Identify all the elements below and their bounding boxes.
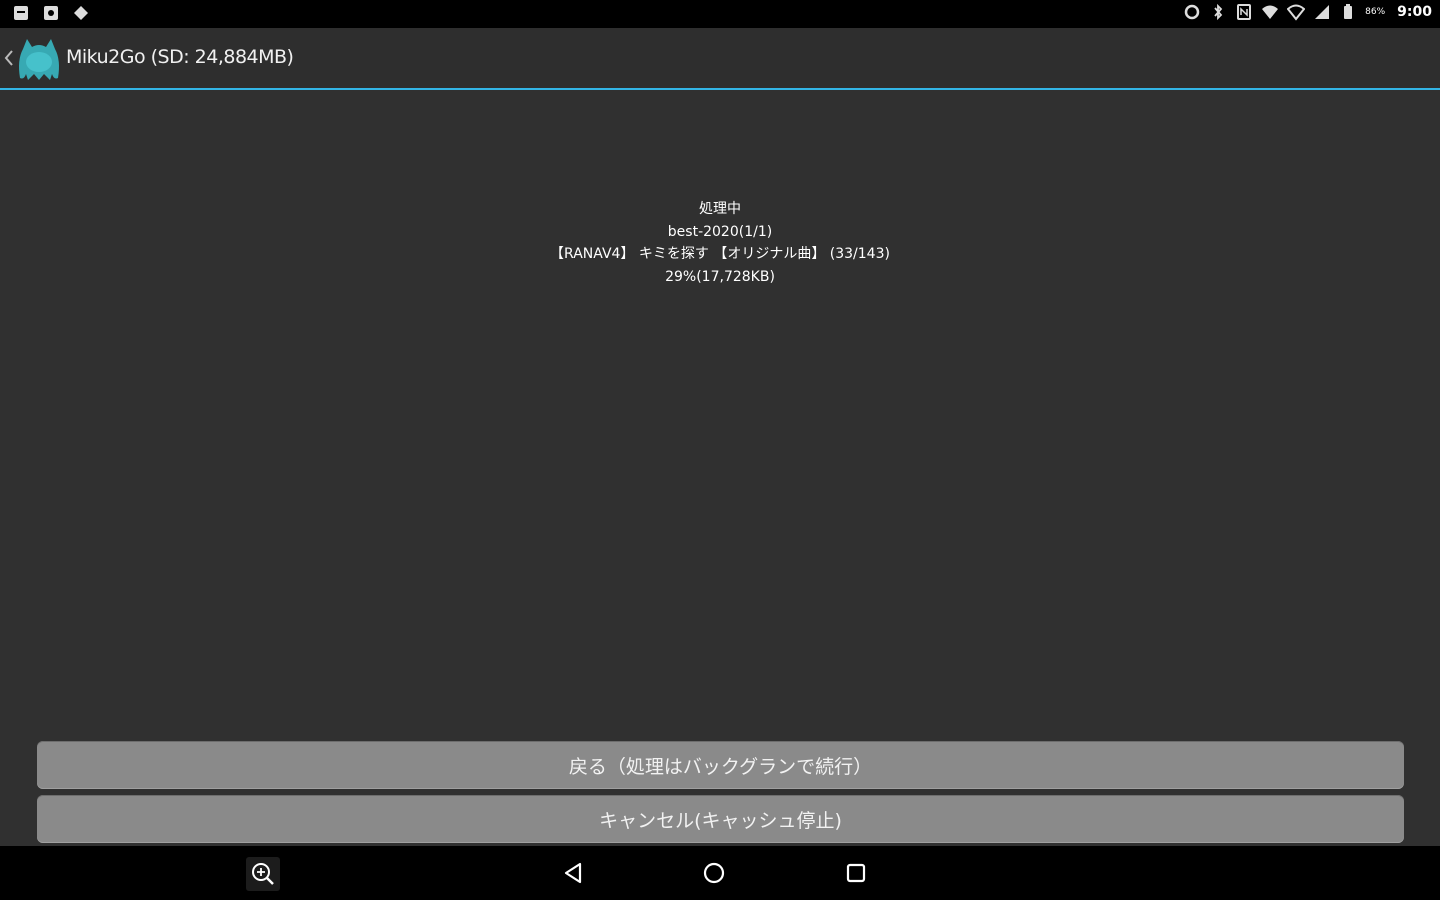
- back-button[interactable]: 戻る（処理はバックグランで続行）: [37, 741, 1404, 789]
- wifi-alt-icon: [1287, 4, 1306, 21]
- notification-icon: [14, 6, 28, 20]
- recent-apps-icon[interactable]: [842, 859, 870, 887]
- system-icons: 86% 9:00: [1183, 3, 1432, 21]
- bluetooth-icon: [1214, 3, 1223, 21]
- settings-icon: [74, 6, 88, 20]
- progress-info: 処理中 best-2020(1/1) 【RANAV4】 キミを探す 【オリジナル…: [420, 198, 1020, 288]
- app-logo-icon[interactable]: [14, 34, 64, 82]
- track-progress: 【RANAV4】 キミを探す 【オリジナル曲】 (33/143): [550, 246, 890, 262]
- image-icon: [44, 6, 58, 20]
- back-icon[interactable]: [559, 859, 587, 887]
- app-title: Miku2Go (SD: 24,884MB): [66, 46, 294, 68]
- zoom-icon[interactable]: [246, 857, 280, 891]
- navigation-bar: [0, 846, 1440, 900]
- signal-icon: [1315, 5, 1330, 19]
- battery-icon: [1344, 4, 1353, 19]
- status-bar: 86% 9:00: [0, 0, 1440, 28]
- notification-icons: [12, 4, 90, 22]
- app-screen: 86% 9:00 Miku2Go (SD: 24,884MB) 処理中 best…: [0, 0, 1440, 900]
- home-icon[interactable]: [700, 859, 728, 887]
- nfc-icon: [1237, 4, 1252, 20]
- action-bar: Miku2Go (SD: 24,884MB): [0, 28, 1440, 90]
- status-time: 9:00: [1397, 4, 1432, 20]
- battery-percent: 86%: [1365, 7, 1386, 17]
- sync-icon: [1184, 4, 1200, 20]
- wifi-icon: [1262, 5, 1279, 19]
- status-text: 処理中: [699, 201, 741, 217]
- playlist-progress: best-2020(1/1): [667, 223, 773, 240]
- download-progress: 29%(17,728KB): [665, 268, 775, 285]
- up-chevron-icon[interactable]: [2, 48, 14, 68]
- cancel-button[interactable]: キャンセル(キャッシュ停止): [37, 795, 1404, 843]
